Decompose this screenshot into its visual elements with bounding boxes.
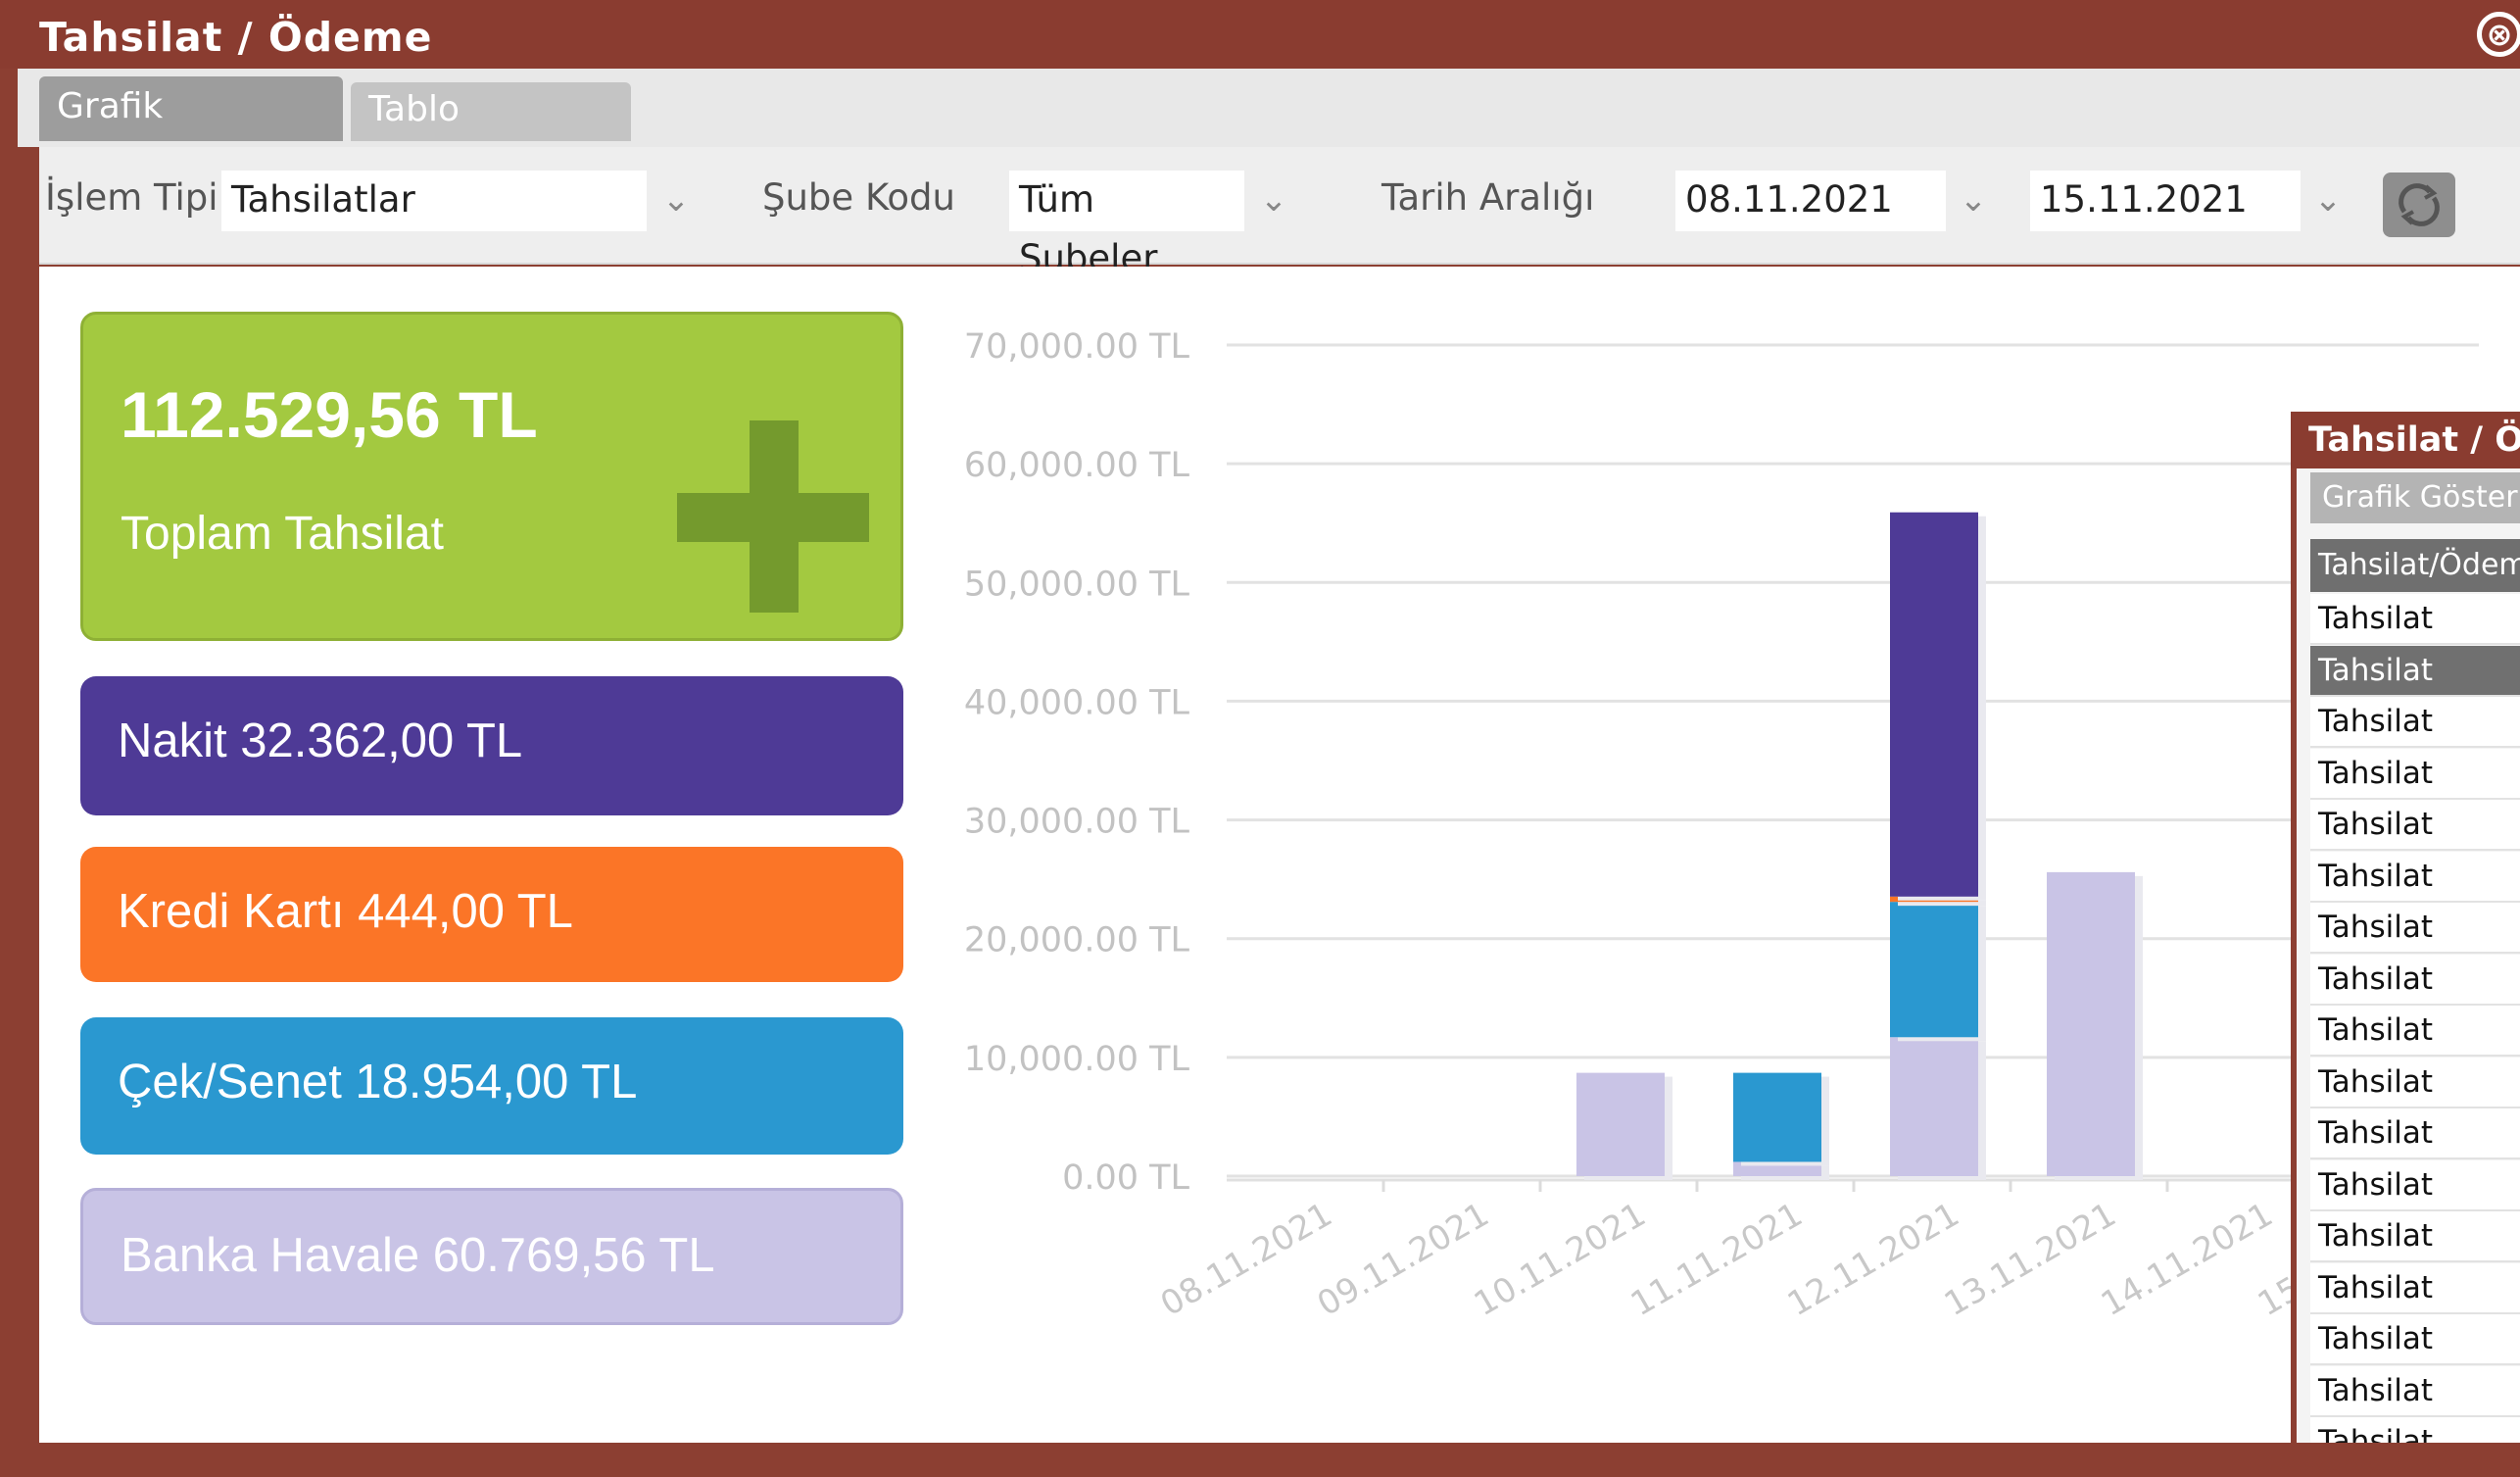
kredi-karti-card[interactable]: Kredi Kartı 444,00 TL xyxy=(80,847,903,982)
nakit-card[interactable]: Nakit 32.362,00 TL xyxy=(80,676,903,815)
table-row[interactable]: Tahsilat xyxy=(2310,1159,2520,1211)
banka-havale-card[interactable]: Banka Havale 60.769,56 TL xyxy=(80,1188,903,1325)
chevron-down-icon[interactable]: ⌄ xyxy=(1254,172,1293,227)
sube-kodu-select[interactable]: Tüm Şubeler xyxy=(1009,171,1244,279)
y-tick-label: 10,000.00 TL xyxy=(964,1040,1190,1079)
chevron-down-icon[interactable]: ⌄ xyxy=(656,172,696,227)
x-tick-label: 09.11.2021 xyxy=(1311,1195,1496,1324)
table-row[interactable]: Tahsilat xyxy=(2310,1108,2520,1159)
chevron-down-icon[interactable]: ⌄ xyxy=(1954,172,1993,227)
tahsilat-odeme-window: Tahsilat / Ödeme ⊗ Grafik Gösterimi Tabl… xyxy=(0,0,2520,1477)
overlay-window: Tahsilat / Ödeme Grafik Gösterimi Tahsil… xyxy=(2291,412,2520,1477)
refresh-icon xyxy=(2399,183,2440,226)
sube-kodu-label: Şube Kodu xyxy=(762,176,955,219)
total-amount: 112.529,56 TL xyxy=(121,378,538,451)
x-tick-label: 10.11.2021 xyxy=(1468,1195,1653,1324)
table-row[interactable]: Tahsilat xyxy=(2310,594,2520,645)
islem-tipi-label: İşlem Tipi xyxy=(45,176,218,219)
total-label: Toplam Tahsilat xyxy=(121,508,444,560)
y-tick-label: 30,000.00 TL xyxy=(964,803,1190,842)
y-tick-label: 50,000.00 TL xyxy=(964,565,1190,604)
x-tick-label: 11.11.2021 xyxy=(1624,1195,1810,1324)
table-row[interactable]: Tahsilat xyxy=(2310,697,2520,748)
overlay-tab[interactable]: Grafik Gösterimi xyxy=(2310,472,2520,523)
overlay-column-header[interactable]: Tahsilat/Ödeme xyxy=(2310,539,2520,592)
bar-segment-nakit xyxy=(1890,512,1978,897)
window-title: Tahsilat / Ödeme xyxy=(39,14,433,61)
y-tick-label: 20,000.00 TL xyxy=(964,921,1190,960)
bar-segment-cek xyxy=(1733,1072,1821,1162)
bar-segment-banka xyxy=(1890,1037,1978,1176)
bar-segment-banka xyxy=(2047,871,2135,1176)
kredi-label: Kredi Kartı 444,00 TL xyxy=(118,885,573,938)
table-row[interactable]: Tahsilat xyxy=(2310,748,2520,800)
table-row[interactable]: Tahsilat xyxy=(2310,1262,2520,1314)
view-tabs: Grafik Gösterimi Tablo Gösterimi xyxy=(18,69,2520,187)
y-tick-label: 0.00 TL xyxy=(1062,1158,1189,1198)
title-bar: Tahsilat / Ödeme ⊗ xyxy=(0,0,2520,69)
table-row[interactable]: Tahsilat xyxy=(2310,903,2520,954)
date-from-field[interactable]: 08.11.2021 xyxy=(1675,171,1946,231)
islem-tipi-select[interactable]: Tahsilatlar xyxy=(221,171,647,231)
tarih-araligi-label: Tarih Aralığı xyxy=(1381,176,1595,219)
table-row[interactable]: Tahsilat xyxy=(2310,1211,2520,1262)
table-row[interactable]: Tahsilat xyxy=(2310,1365,2520,1417)
banka-label: Banka Havale 60.769,56 TL xyxy=(121,1229,715,1282)
x-tick-label: 13.11.2021 xyxy=(1938,1195,2123,1324)
dashboard-content: 112.529,56 TL Toplam Tahsilat Nakit 32.3… xyxy=(39,267,2520,1443)
table-row[interactable]: Tahsilat xyxy=(2310,1057,2520,1108)
cek-label: Çek/Senet 18.954,00 TL xyxy=(118,1056,638,1108)
stacked-bar-chart: 0.00 TL 10,000.00 TL 20,000.00 TL 30,000.00… xyxy=(964,327,2483,1324)
x-tick-label: 08.11.2021 xyxy=(1154,1195,1339,1324)
plus-icon-bar xyxy=(677,493,869,542)
refresh-button[interactable] xyxy=(2383,172,2455,237)
bottom-border xyxy=(0,1443,2520,1477)
x-tick-label: 12.11.2021 xyxy=(1781,1195,1966,1324)
date-to-field[interactable]: 15.11.2021 xyxy=(2030,171,2301,231)
table-row[interactable]: Tahsilat xyxy=(2310,645,2520,697)
nakit-label: Nakit 32.362,00 TL xyxy=(118,714,523,767)
y-tick-label: 70,000.00 TL xyxy=(964,327,1190,367)
bar-segment-banka xyxy=(1576,1072,1665,1176)
y-tick-label: 40,000.00 TL xyxy=(964,683,1190,722)
tab-tablo-gosterimi[interactable]: Tablo Gösterimi xyxy=(351,82,631,184)
table-row[interactable]: Tahsilat xyxy=(2310,1006,2520,1057)
total-tahsilat-card[interactable]: 112.529,56 TL Toplam Tahsilat xyxy=(80,312,903,641)
overlay-title: Tahsilat / Ödeme xyxy=(2291,412,2520,468)
table-row[interactable]: Tahsilat xyxy=(2310,1314,2520,1365)
x-tick-label: 14.11.2021 xyxy=(2095,1195,2280,1324)
table-row[interactable]: Tahsilat xyxy=(2310,800,2520,851)
filter-bar: İşlem Tipi Tahsilatlar ⌄ Şube Kodu Tüm Ş… xyxy=(39,147,2520,279)
tab-grafik-gosterimi[interactable]: Grafik Gösterimi xyxy=(39,76,343,187)
cek-senet-card[interactable]: Çek/Senet 18.954,00 TL xyxy=(80,1017,903,1155)
chevron-down-icon[interactable]: ⌄ xyxy=(2308,172,2348,227)
y-tick-label: 60,000.00 TL xyxy=(964,446,1190,485)
table-row[interactable]: Tahsilat xyxy=(2310,851,2520,903)
close-icon[interactable]: ⊗ xyxy=(2477,12,2520,57)
bar-segment-cek xyxy=(1890,902,1978,1038)
table-row[interactable]: Tahsilat xyxy=(2310,954,2520,1006)
